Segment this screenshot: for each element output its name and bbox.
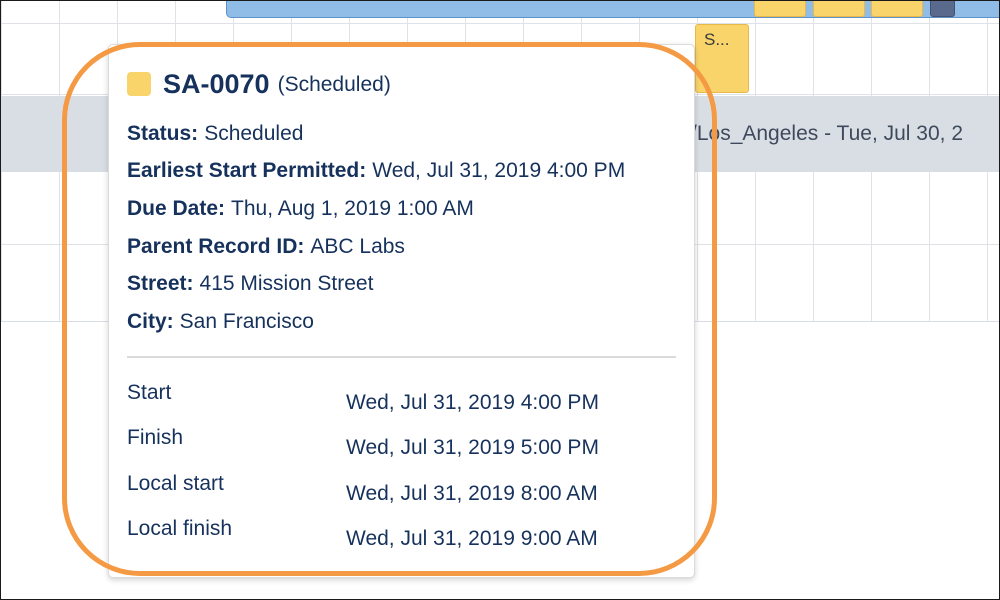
field-value: Thu, Aug 1, 2019 1:00 AM [231, 196, 474, 220]
field-value: San Francisco [179, 309, 314, 333]
timezone-label: /Los_Angeles - Tue, Jul 30, 2 [691, 122, 964, 145]
time-row-local-finish: Local finish Wed, Jul 31, 2019 9:00 AM [127, 517, 687, 562]
appointment-block-label: S... [704, 30, 730, 49]
gantt-row-divider [1, 23, 999, 24]
appointment-id: SA-0070 [163, 68, 270, 99]
field-value: Scheduled [204, 121, 304, 145]
time-label: Local finish [127, 516, 233, 540]
time-label: Start [127, 381, 172, 404]
appointment-chip[interactable] [871, 1, 923, 17]
appointment-chip[interactable] [930, 1, 955, 17]
time-row-finish: Finish Wed, Jul 31, 2019 5:00 PM [127, 426, 687, 471]
popover-divider [127, 356, 676, 358]
field-row-due-date: Due Date: Thu, Aug 1, 2019 1:00 AM [127, 190, 625, 228]
appointment-status-title: (Scheduled) [277, 73, 391, 96]
field-row-street: Street: 415 Mission Street [127, 265, 625, 303]
field-row-city: City: San Francisco [127, 303, 625, 341]
time-value: Wed, Jul 31, 2019 4:00 PM [346, 391, 599, 414]
status-color-square [127, 72, 151, 96]
field-row-status: Status: Scheduled [127, 115, 625, 153]
field-value: Wed, Jul 31, 2019 4:00 PM [372, 159, 626, 183]
field-value: 415 Mission Street [199, 272, 374, 296]
field-list: Status: Scheduled Earliest Start Permitt… [127, 115, 625, 341]
popover-header: SA-0070 (Scheduled) [127, 67, 391, 101]
time-label: Finish [127, 426, 184, 450]
time-value: Wed, Jul 31, 2019 5:00 PM [346, 436, 599, 460]
field-label: City: [127, 309, 174, 333]
time-value: Wed, Jul 31, 2019 9:00 AM [346, 526, 598, 550]
field-label: Street: [127, 272, 194, 296]
time-table: Start Wed, Jul 31, 2019 4:00 PM Finish W… [127, 381, 687, 562]
time-label: Local start [127, 471, 224, 495]
field-row-earliest-start: Earliest Start Permitted: Wed, Jul 31, 2… [127, 153, 625, 191]
appointment-chip[interactable] [813, 1, 865, 17]
time-row-start: Start Wed, Jul 31, 2019 4:00 PM [127, 381, 687, 426]
screenshot-frame: /Los_Angeles - Tue, Jul 30, 2 S... SA-00… [0, 0, 1000, 600]
field-label: Status: [127, 121, 199, 145]
field-label: Due Date: [127, 196, 226, 220]
field-value: ABC Labs [310, 234, 405, 258]
field-label: Parent Record ID: [127, 234, 305, 258]
time-value: Wed, Jul 31, 2019 8:00 AM [346, 481, 598, 505]
field-row-parent-record: Parent Record ID: ABC Labs [127, 228, 625, 266]
field-label: Earliest Start Permitted: [127, 159, 367, 183]
time-row-local-start: Local start Wed, Jul 31, 2019 8:00 AM [127, 472, 687, 517]
appointment-chip[interactable] [754, 1, 806, 17]
appointment-block[interactable]: S... [695, 24, 749, 93]
